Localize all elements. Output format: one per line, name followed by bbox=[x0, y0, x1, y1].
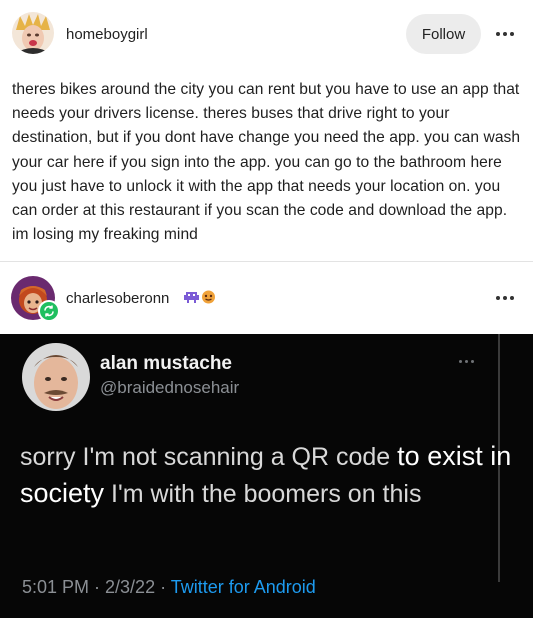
tweet-author-name: alan mustache bbox=[100, 353, 232, 374]
orange-face-emoji-icon bbox=[201, 290, 216, 308]
tweet-text-part: I'm with the boomers on this bbox=[104, 480, 422, 508]
tweet-source: Twitter for Android bbox=[170, 577, 316, 597]
more-options-icon[interactable] bbox=[493, 286, 517, 310]
tweet-author-handle: @braidednosehair bbox=[100, 378, 240, 397]
post-body-text: theres bikes around the city you can ren… bbox=[12, 81, 521, 244]
tweet-meta: 5:01 PM · 2/3/22 · Twitter for Android bbox=[22, 577, 316, 598]
avatar[interactable] bbox=[12, 12, 54, 54]
tweet-text-part: sorry I'm not scanning a QR code bbox=[20, 443, 398, 471]
username[interactable]: homeboygirl bbox=[66, 26, 148, 43]
tweet-avatar bbox=[22, 343, 90, 411]
reblog-icon bbox=[38, 300, 60, 322]
alien-monster-emoji-icon bbox=[184, 290, 199, 308]
tweet-screenshot-image: alan mustache @braidednosehair sorry I'm… bbox=[0, 334, 533, 618]
follow-button[interactable]: Follow bbox=[406, 14, 481, 54]
tweet-more-icon bbox=[459, 360, 474, 363]
more-options-icon[interactable] bbox=[493, 22, 517, 46]
post-header: homeboygirl Follow bbox=[0, 0, 533, 68]
reblog-username[interactable]: charlesoberonn bbox=[66, 290, 169, 307]
reblog-header: charlesoberonn bbox=[0, 262, 533, 334]
tweet-timestamp: 5:01 PM · 2/3/22 · bbox=[22, 577, 171, 597]
tweet-text: sorry I'm not scanning a QR code to exis… bbox=[20, 438, 530, 512]
